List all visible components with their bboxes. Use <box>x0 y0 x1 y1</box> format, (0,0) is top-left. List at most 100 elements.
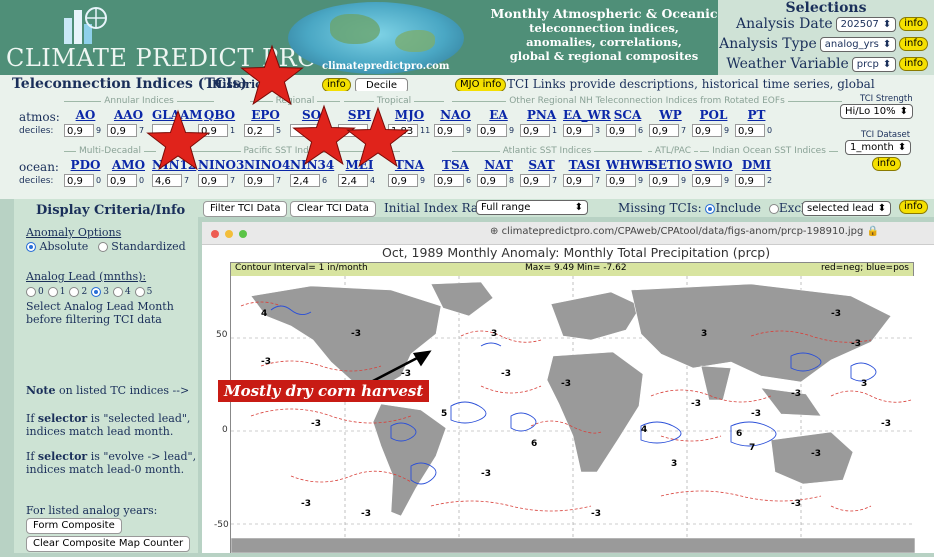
tci-value-input[interactable]: 0,2 <box>244 124 274 137</box>
tci-value-input[interactable]: 0,9 <box>563 174 593 187</box>
tci-link-nino3[interactable]: NINO3 <box>198 158 244 172</box>
tci-link-swio[interactable]: SWIO <box>692 158 735 172</box>
lead-info-button[interactable]: info <box>899 200 928 214</box>
exclude-radio[interactable] <box>768 203 779 214</box>
mjo-info-button[interactable]: MJO info <box>455 78 507 92</box>
tci-link-mjo[interactable]: MJO <box>388 108 431 122</box>
weather-variable-select[interactable]: prcp ⬍ <box>851 56 897 72</box>
lead-radio-1[interactable] <box>47 286 58 297</box>
tci-link-dmi[interactable]: DMI <box>735 158 778 172</box>
lead-radio-4[interactable] <box>112 286 123 297</box>
tci-value-input[interactable]: 0,9 <box>692 174 722 187</box>
tci-link-amo[interactable]: AMO <box>107 158 150 172</box>
tci-value-input[interactable]: 1,83 <box>388 124 418 137</box>
standardized-radio[interactable] <box>97 242 108 252</box>
tci-value-input[interactable]: 0,9 <box>244 174 274 187</box>
tci-link-pt[interactable]: PT <box>735 108 778 122</box>
minimize-window-icon[interactable] <box>225 230 233 238</box>
tci-decile: 1 <box>552 126 558 135</box>
tci-value-input[interactable]: 0,9 <box>198 124 228 137</box>
tci-link-pna[interactable]: PNA <box>520 108 563 122</box>
tci-value-input[interactable]: 0,9 <box>520 124 550 137</box>
maximize-window-icon[interactable] <box>239 230 247 238</box>
lead-radio-3[interactable] <box>91 286 102 297</box>
tci-link-glaam[interactable]: GLAAM <box>152 108 203 122</box>
tci-link-sca[interactable]: SCA <box>606 108 649 122</box>
tci-value-input[interactable] <box>152 124 182 137</box>
tci-link-nino4[interactable]: NINO4 <box>244 158 290 172</box>
lead-radio-5[interactable] <box>134 286 145 297</box>
tci-link-nin12[interactable]: NIN12 <box>152 158 196 172</box>
tci-value-input[interactable]: 0,9 <box>735 174 765 187</box>
tci-value-input[interactable]: 0,9 <box>434 174 464 187</box>
tci-value-input[interactable]: 0,9 <box>606 124 636 137</box>
tci-value-input[interactable]: 0,9 <box>64 174 94 187</box>
tci-value-input[interactable]: 0,9 <box>692 124 722 137</box>
lead-radio-2[interactable] <box>69 286 80 297</box>
tci-value-input[interactable]: 4,6 <box>152 174 182 187</box>
tci-link-epo[interactable]: EPO <box>244 108 287 122</box>
tci-strength-select[interactable]: Hi/Lo 10% ⬍ <box>840 104 913 119</box>
tci-value-input[interactable]: 0,9 <box>520 174 550 187</box>
analysis-date-select[interactable]: 202507 ⬍ <box>835 16 897 32</box>
form-composite-button[interactable]: Form Composite <box>26 518 122 534</box>
tci-value-input[interactable]: 0,9 <box>477 174 507 187</box>
tci-link-mei[interactable]: MEI <box>338 158 381 172</box>
tci-link-ao[interactable]: AO <box>64 108 107 122</box>
tci-link-spi[interactable]: SPI <box>338 108 381 122</box>
tci-link-aao[interactable]: AAO <box>107 108 150 122</box>
tci-link-pdo[interactable]: PDO <box>64 158 107 172</box>
clear-tci-button[interactable]: Clear TCI Data <box>290 201 376 217</box>
tci-link-tna[interactable]: TNA <box>388 158 431 172</box>
tci-cell-pna: PNA 0,9 1 <box>520 108 563 137</box>
tci-decile: 9 <box>509 126 515 135</box>
tci-link-wp[interactable]: WP <box>649 108 692 122</box>
tci-value-input[interactable]: 2,4 <box>290 174 320 187</box>
tci-link-whwp[interactable]: WHWP <box>606 158 653 172</box>
lead-radio-0[interactable] <box>26 286 36 297</box>
tci-link-ea[interactable]: EA <box>477 108 520 122</box>
tci-dataset-info-button[interactable]: info <box>872 157 901 171</box>
range-select[interactable]: Full range ⬍ <box>476 200 588 215</box>
tci-value-input[interactable]: 0,9 <box>649 124 679 137</box>
tci-value-input[interactable]: 0,9 <box>563 124 593 137</box>
tci-value-input[interactable]: 0,9 <box>107 174 137 187</box>
absolute-radio[interactable] <box>26 242 36 252</box>
tci-value-input[interactable] <box>290 124 320 137</box>
tci-value-row <box>152 124 195 137</box>
tci-link-tsa[interactable]: TSA <box>434 158 477 172</box>
tci-value-input[interactable]: 0,9 <box>649 174 679 187</box>
tci-link-sat[interactable]: SAT <box>520 158 563 172</box>
tci-link-so[interactable]: SO <box>290 108 333 122</box>
tci-link-nao[interactable]: NAO <box>434 108 477 122</box>
tci-link-tasi[interactable]: TASI <box>563 158 606 172</box>
tci-value-input[interactable]: 0,9 <box>198 174 228 187</box>
tci-value-input[interactable]: 0,9 <box>107 124 137 137</box>
tci-link-setio[interactable]: SETIO <box>649 158 692 172</box>
tci-value-input[interactable]: 0,9 <box>64 124 94 137</box>
tci-value-input[interactable]: 2,4 <box>338 174 368 187</box>
tci-value-input[interactable]: 0,9 <box>735 124 765 137</box>
tci-link-nat[interactable]: NAT <box>477 158 520 172</box>
tci-value-input[interactable]: 0,9 <box>477 124 507 137</box>
tci-value-input[interactable]: 0,9 <box>434 124 464 137</box>
tci-link-qbo[interactable]: QBO <box>198 108 241 122</box>
tci-link-pol[interactable]: POL <box>692 108 735 122</box>
tci-value-input[interactable]: 0,9 <box>606 174 636 187</box>
address-bar[interactable]: ⊕ climatepredictpro.com/CPAweb/CPAtool/d… <box>490 226 879 237</box>
info-button[interactable]: info <box>899 37 928 51</box>
include-radio[interactable] <box>705 203 716 214</box>
tci-link-nin34[interactable]: NIN34 <box>290 158 334 172</box>
analysis-type-select[interactable]: analog_yrs ⬍ <box>819 36 897 52</box>
tci-link-ea_wr[interactable]: EA_WR <box>563 108 611 122</box>
filter-tci-button[interactable]: Filter TCI Data <box>203 201 288 217</box>
tci-dataset-select[interactable]: 1_month ⬍ <box>845 140 912 155</box>
tci-value-input[interactable]: 0,9 <box>388 174 418 187</box>
close-window-icon[interactable] <box>211 230 219 238</box>
clear-composite-button[interactable]: Clear Composite Map Counter <box>26 536 191 552</box>
tci-value-input[interactable] <box>338 124 368 137</box>
info-button[interactable]: info <box>899 57 928 71</box>
lead-mode-select[interactable]: selected lead ⬍ <box>802 201 892 216</box>
tci-info-button[interactable]: info <box>322 78 351 92</box>
info-button[interactable]: info <box>899 17 928 31</box>
